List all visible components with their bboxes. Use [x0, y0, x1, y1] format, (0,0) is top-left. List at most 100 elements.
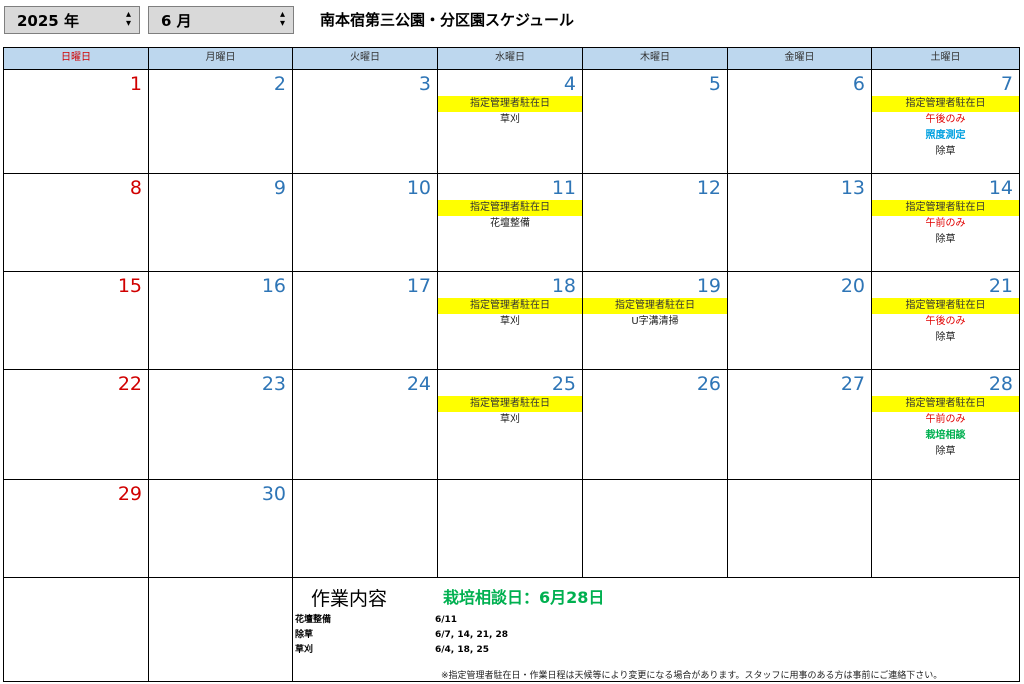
day-number: 13	[840, 177, 865, 199]
work-item-dates: 6/7, 14, 21, 28	[435, 630, 509, 640]
empty-day-cell	[727, 479, 872, 578]
day-cell: 2	[148, 69, 293, 174]
day-number: 4	[563, 73, 576, 95]
week-row: 29 30	[3, 479, 1020, 578]
manager-day-badge: 指定管理者駐在日	[438, 200, 582, 216]
day-number: 28	[988, 373, 1013, 395]
work-item: 除草 6/7, 14, 21, 28	[295, 628, 508, 643]
event-label: 午後のみ	[925, 114, 966, 125]
day-cell: 20	[727, 271, 872, 370]
manager-day-badge: 指定管理者駐在日	[438, 298, 582, 314]
month-label: 6 月	[161, 11, 192, 30]
weekday-header: 金曜日	[727, 47, 872, 70]
empty-day-cell	[292, 479, 438, 578]
event-label: 午後のみ	[925, 316, 966, 327]
calendar-body: 1 2 3 4 指定管理者駐在日 草刈 5 6 7 指定管理者駐在日 午後のみ 照度測定 除草 8 9 10 1…	[3, 69, 1020, 578]
weekday-header: 日曜日	[3, 47, 149, 70]
day-cell: 14 指定管理者駐在日午前のみ除草	[871, 173, 1020, 272]
day-number: 20	[840, 275, 865, 297]
day-cell: 10	[292, 173, 438, 272]
day-cell: 12	[582, 173, 728, 272]
day-number: 21	[988, 275, 1013, 297]
consultation-date: 栽培相談日：6月28日	[443, 588, 605, 607]
day-number: 30	[261, 483, 286, 505]
week-row: 15 16 17 18 指定管理者駐在日 草刈 19 指定管理者駐在日 U字溝清掃 20 21 指定管…	[3, 271, 1020, 370]
weekday-header-row: 日曜日 月曜日 火曜日 水曜日 木曜日 金曜日 土曜日	[3, 47, 1020, 70]
work-summary-cell: 作業内容 栽培相談日：6月28日 花壇整備 6/11 除草 6/7, 14, 21, …	[292, 577, 1020, 682]
day-number: 25	[551, 373, 576, 395]
day-cell: 4 指定管理者駐在日 草刈	[437, 69, 583, 174]
summary-empty-cell	[148, 577, 293, 682]
manager-day-badge: 指定管理者駐在日	[872, 200, 1019, 216]
work-item-name: 花壇整備	[295, 615, 332, 625]
day-cell: 15	[3, 271, 149, 370]
day-cell: 28 指定管理者駐在日午前のみ栽培相談除草	[871, 369, 1020, 480]
day-cell: 5	[582, 69, 728, 174]
day-cell: 27	[727, 369, 872, 480]
day-cell: 7 指定管理者駐在日 午後のみ 照度測定 除草	[871, 69, 1020, 174]
work-summary-row: 作業内容 栽培相談日：6月28日 花壇整備 6/11 除草 6/7, 14, 21, …	[3, 577, 1020, 682]
day-cell: 3	[292, 69, 438, 174]
week-row: 8 9 10 11 指定管理者駐在日 花壇整備 12 13 14 指定管理者駐在日 午前のみ 除草	[3, 173, 1020, 272]
day-number: 7	[1000, 73, 1013, 95]
event-label: 花壇整備	[490, 218, 530, 229]
day-number: 14	[988, 177, 1013, 199]
year-spinner-icon[interactable]: ▴ ▾	[126, 10, 131, 29]
event-label: 除草	[935, 234, 956, 245]
manager-day-badge: 指定管理者駐在日	[872, 298, 1019, 314]
event-label: 栽培相談	[925, 430, 966, 441]
day-cell: 24	[292, 369, 438, 480]
weekday-header: 火曜日	[292, 47, 438, 70]
day-cell: 19 指定管理者駐在日 U字溝清掃	[582, 271, 728, 370]
work-item-name: 草刈	[295, 645, 314, 655]
month-spinner-icon[interactable]: ▴ ▾	[280, 10, 285, 29]
event-label: 草刈	[500, 114, 520, 125]
day-cell: 29	[3, 479, 149, 578]
summary-empty-cell	[3, 577, 149, 682]
event-label: 除草	[935, 332, 956, 343]
day-number: 11	[551, 177, 576, 199]
day-cell: 6	[727, 69, 872, 174]
day-number: 3	[418, 73, 431, 95]
work-item: 花壇整備 6/11	[295, 613, 508, 628]
work-item: 草刈 6/4, 18, 25	[295, 643, 508, 658]
day-number: 19	[696, 275, 721, 297]
day-cell: 25 指定管理者駐在日 草刈	[437, 369, 583, 480]
day-number: 15	[117, 275, 142, 297]
month-selector[interactable]: 6 月 ▴ ▾	[148, 6, 294, 34]
day-number: 27	[840, 373, 865, 395]
weekday-header: 月曜日	[148, 47, 293, 70]
day-cell: 8	[3, 173, 149, 272]
event-label: 除草	[935, 446, 956, 457]
day-number: 10	[406, 177, 431, 199]
week-row: 1 2 3 4 指定管理者駐在日 草刈 5 6 7 指定管理者駐在日 午後のみ 照度測定 除草	[3, 69, 1020, 174]
manager-day-badge: 指定管理者駐在日	[872, 96, 1019, 112]
work-title: 作業内容	[311, 588, 388, 610]
work-item-dates: 6/11	[435, 615, 458, 625]
event-label: 草刈	[500, 414, 520, 425]
work-item-name: 除草	[295, 630, 314, 640]
schedule-title: 南本宿第三公園・分区園スケジュール	[320, 11, 574, 29]
event-label: 午前のみ	[925, 414, 966, 425]
event-label: 午前のみ	[925, 218, 966, 229]
calendar-grid: 日曜日 月曜日 火曜日 水曜日 木曜日 金曜日 土曜日 1 2 3 4 指定管理者駐在日 草刈 5 6 7 指…	[3, 47, 1020, 682]
day-number: 5	[708, 73, 721, 95]
day-number: 2	[273, 73, 286, 95]
weekday-header: 水曜日	[437, 47, 583, 70]
day-cell: 26	[582, 369, 728, 480]
day-number: 17	[406, 275, 431, 297]
empty-day-cell	[582, 479, 728, 578]
day-cell: 21 指定管理者駐在日午後のみ除草	[871, 271, 1020, 370]
day-number: 24	[406, 373, 431, 395]
empty-day-cell	[437, 479, 583, 578]
day-number: 16	[261, 275, 286, 297]
day-cell: 9	[148, 173, 293, 272]
manager-day-badge: 指定管理者駐在日	[872, 396, 1019, 412]
day-cell: 13	[727, 173, 872, 272]
year-selector[interactable]: 2025 年 ▴ ▾	[4, 6, 140, 34]
day-cell: 22	[3, 369, 149, 480]
day-cell: 30	[148, 479, 293, 578]
day-cell: 17	[292, 271, 438, 370]
day-number: 12	[696, 177, 721, 199]
weekday-header: 土曜日	[871, 47, 1020, 70]
